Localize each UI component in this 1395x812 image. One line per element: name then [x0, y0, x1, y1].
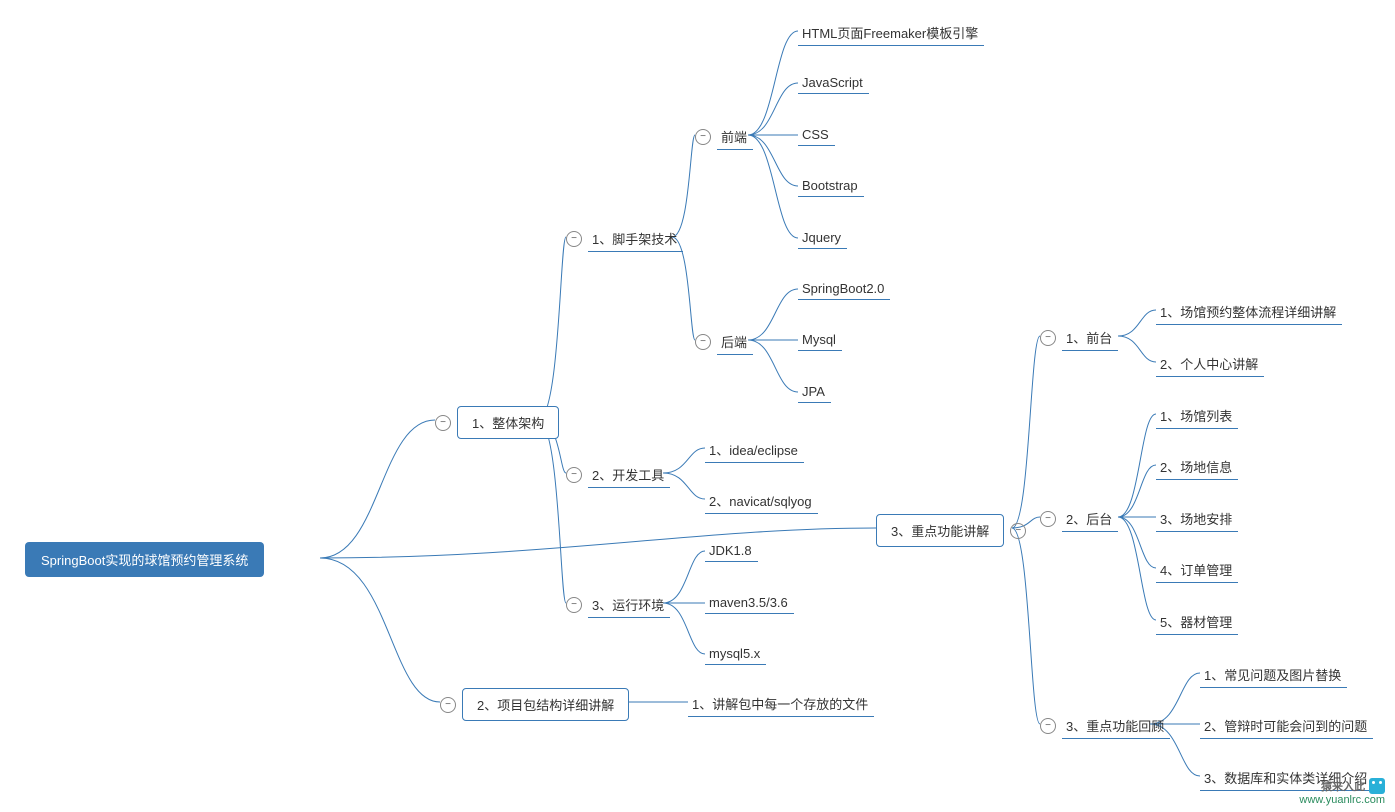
collapse-icon[interactable]: −	[566, 467, 582, 483]
leaf-label: Jquery	[798, 227, 847, 249]
leaf-idea-eclipse[interactable]: 1、idea/eclipse	[705, 437, 804, 463]
node-label: 3、重点功能讲解	[876, 514, 1004, 547]
node-package-structure[interactable]: − 2、项目包结构详细讲解	[440, 688, 629, 721]
watermark-url: www.yuanlrc.com	[1299, 794, 1385, 806]
root-label: SpringBoot实现的球馆预约管理系统	[25, 542, 264, 577]
leaf-label: JPA	[798, 381, 831, 403]
leaf-label: 5、器材管理	[1156, 609, 1238, 635]
node-label: 1、整体架构	[457, 406, 559, 439]
leaf-mysql[interactable]: Mysql	[798, 329, 842, 351]
collapse-icon[interactable]: −	[1040, 330, 1056, 346]
node-frontstage[interactable]: − 1、前台	[1040, 325, 1118, 351]
leaf-order-mgmt[interactable]: 4、订单管理	[1156, 557, 1238, 583]
leaf-label: HTML页面Freemaker模板引擎	[798, 20, 984, 46]
leaf-jpa[interactable]: JPA	[798, 381, 831, 403]
robot-icon	[1369, 778, 1385, 794]
node-label: 1、前台	[1062, 325, 1118, 351]
leaf-equipment-mgmt[interactable]: 5、器材管理	[1156, 609, 1238, 635]
node-scaffold-tech[interactable]: − 1、脚手架技术	[566, 226, 683, 252]
node-label: 3、重点功能回顾	[1062, 713, 1170, 739]
leaf-mysql5[interactable]: mysql5.x	[705, 643, 766, 665]
leaf-label: JDK1.8	[705, 540, 758, 562]
leaf-jdk[interactable]: JDK1.8	[705, 540, 758, 562]
leaf-venue-list[interactable]: 1、场馆列表	[1156, 403, 1238, 429]
leaf-label: CSS	[798, 124, 835, 146]
collapse-icon[interactable]: −	[435, 415, 451, 431]
node-runtime-env[interactable]: − 3、运行环境	[566, 592, 670, 618]
leaf-field-info[interactable]: 2、场地信息	[1156, 454, 1238, 480]
node-label: 2、项目包结构详细讲解	[462, 688, 629, 721]
node-dev-tools[interactable]: − 2、开发工具	[566, 462, 670, 488]
collapse-icon[interactable]: −	[566, 231, 582, 247]
leaf-package-files[interactable]: 1、讲解包中每一个存放的文件	[688, 691, 874, 717]
watermark: 猿来入此 www.yuanlrc.com	[1299, 778, 1385, 806]
leaf-label: mysql5.x	[705, 643, 766, 665]
collapse-icon[interactable]: −	[440, 697, 456, 713]
leaf-label: 4、订单管理	[1156, 557, 1238, 583]
node-label: 2、开发工具	[588, 462, 670, 488]
root-node[interactable]: SpringBoot实现的球馆预约管理系统	[25, 542, 264, 577]
leaf-label: Bootstrap	[798, 175, 864, 197]
leaf-label: maven3.5/3.6	[705, 592, 794, 614]
node-architecture[interactable]: − 1、整体架构	[435, 406, 559, 439]
node-backstage[interactable]: − 2、后台	[1040, 506, 1118, 532]
leaf-css[interactable]: CSS	[798, 124, 835, 146]
leaf-label: 1、讲解包中每一个存放的文件	[688, 691, 874, 717]
leaf-label: 2、场地信息	[1156, 454, 1238, 480]
leaf-personal-center[interactable]: 2、个人中心讲解	[1156, 351, 1264, 377]
node-frontend[interactable]: − 前端	[695, 124, 753, 150]
leaf-bootstrap[interactable]: Bootstrap	[798, 175, 864, 197]
leaf-faq-image[interactable]: 1、常见问题及图片替换	[1200, 662, 1347, 688]
leaf-label: 1、场馆列表	[1156, 403, 1238, 429]
collapse-icon[interactable]: −	[1040, 511, 1056, 527]
leaf-label: 3、场地安排	[1156, 506, 1238, 532]
leaf-field-schedule[interactable]: 3、场地安排	[1156, 506, 1238, 532]
node-label: 后端	[717, 329, 753, 355]
leaf-defense-questions[interactable]: 2、管辩时可能会问到的问题	[1200, 713, 1373, 739]
leaf-label: JavaScript	[798, 72, 869, 94]
node-label: 前端	[717, 124, 753, 150]
leaf-label: 1、idea/eclipse	[705, 437, 804, 463]
node-label: 3、运行环境	[588, 592, 670, 618]
leaf-springboot[interactable]: SpringBoot2.0	[798, 278, 890, 300]
node-label: 2、后台	[1062, 506, 1118, 532]
leaf-label: 2、管辩时可能会问到的问题	[1200, 713, 1373, 739]
collapse-icon[interactable]: −	[695, 129, 711, 145]
node-key-features[interactable]: 3、重点功能讲解 −	[876, 514, 1026, 547]
leaf-html-freemaker[interactable]: HTML页面Freemaker模板引擎	[798, 20, 984, 46]
node-backend[interactable]: − 后端	[695, 329, 753, 355]
node-feature-review[interactable]: − 3、重点功能回顾	[1040, 713, 1170, 739]
leaf-navicat-sqlyog[interactable]: 2、navicat/sqlyog	[705, 488, 818, 514]
leaf-label: SpringBoot2.0	[798, 278, 890, 300]
collapse-icon[interactable]: −	[566, 597, 582, 613]
leaf-label: 2、个人中心讲解	[1156, 351, 1264, 377]
collapse-icon[interactable]: −	[1040, 718, 1056, 734]
collapse-icon[interactable]: −	[1010, 523, 1026, 539]
leaf-label: 2、navicat/sqlyog	[705, 488, 818, 514]
leaf-label: 1、场馆预约整体流程详细讲解	[1156, 299, 1342, 325]
leaf-javascript[interactable]: JavaScript	[798, 72, 869, 94]
watermark-title: 猿来入此	[1321, 778, 1365, 794]
node-label: 1、脚手架技术	[588, 226, 683, 252]
leaf-label: 1、常见问题及图片替换	[1200, 662, 1347, 688]
leaf-reservation-flow[interactable]: 1、场馆预约整体流程详细讲解	[1156, 299, 1342, 325]
collapse-icon[interactable]: −	[695, 334, 711, 350]
leaf-jquery[interactable]: Jquery	[798, 227, 847, 249]
leaf-maven[interactable]: maven3.5/3.6	[705, 592, 794, 614]
leaf-label: Mysql	[798, 329, 842, 351]
